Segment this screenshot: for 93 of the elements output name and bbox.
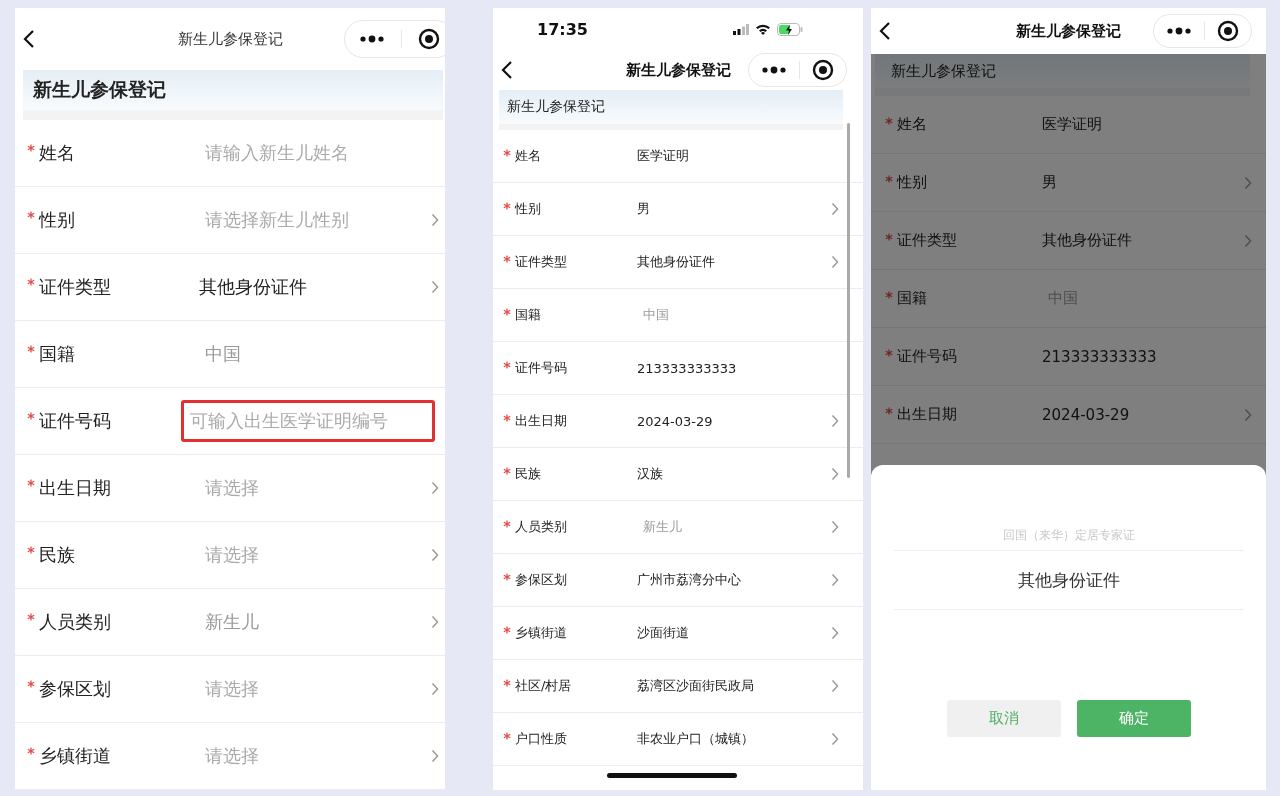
field-label: 证件号码 — [39, 409, 112, 433]
page-title: 新生儿参保登记 — [1016, 21, 1121, 41]
field-label: 人员类别 — [515, 518, 568, 536]
chevron-icon — [431, 213, 439, 227]
input-field[interactable]: 213333333333 — [1042, 347, 1252, 366]
select-field[interactable]: 广州市荔湾分中心 — [637, 571, 831, 589]
field-label: 乡镇街道 — [515, 624, 568, 642]
status-time: 17:35 — [537, 19, 588, 39]
chevron-icon — [831, 679, 839, 693]
input-field[interactable]: 中国 — [637, 306, 839, 324]
select-field[interactable]: 荔湾区沙面街民政局 — [637, 677, 831, 695]
chevron-icon — [831, 255, 839, 269]
field-label: 证件号码 — [515, 359, 568, 377]
field-label: 国籍 — [515, 306, 542, 324]
chevron-icon — [431, 682, 439, 696]
select-field[interactable]: 其他身份证件 — [1042, 231, 1244, 250]
field-label: 出生日期 — [897, 405, 958, 424]
scrollbar[interactable] — [847, 123, 850, 478]
select-field[interactable]: 非农业户口（城镇） — [637, 730, 831, 748]
page-title: 新生儿参保登记 — [177, 29, 283, 49]
chevron-icon — [831, 626, 839, 640]
field-label: 社区/村居 — [515, 677, 573, 695]
field-label: 姓名 — [897, 115, 928, 134]
cancel-button[interactable]: 取消 — [946, 700, 1061, 737]
target-icon[interactable] — [1217, 20, 1239, 42]
select-field[interactable]: 其他身份证件 — [199, 275, 431, 299]
input-field[interactable]: 医学证明 — [637, 147, 839, 165]
field-label: 参保区划 — [515, 571, 568, 589]
field-label: 性别 — [39, 208, 76, 232]
section-title: 新生儿参保登记 — [33, 77, 166, 102]
field-label: 人员类别 — [39, 610, 112, 634]
chevron-icon — [1244, 407, 1252, 422]
more-icon[interactable] — [1166, 27, 1192, 35]
back-icon[interactable] — [879, 21, 891, 41]
chevron-icon — [831, 732, 839, 746]
chevron-icon — [831, 202, 839, 216]
select-field[interactable]: 男 — [1042, 173, 1244, 192]
picker-option[interactable]: 其他身份证件 — [893, 550, 1244, 610]
field-label: 证件类型 — [515, 253, 568, 271]
field-label: 国籍 — [897, 289, 928, 308]
chevron-icon — [831, 573, 839, 587]
field-label: 参保区划 — [39, 677, 112, 701]
select-field[interactable]: 新生儿 — [199, 610, 431, 634]
select-field[interactable]: 新生儿 — [637, 518, 831, 536]
signal-icon — [733, 23, 749, 35]
more-icon[interactable] — [761, 66, 787, 74]
capsule-menu[interactable] — [748, 53, 847, 87]
field-label: 出生日期 — [39, 476, 112, 500]
field-label: 姓名 — [515, 147, 542, 165]
back-icon[interactable] — [501, 60, 513, 80]
select-field[interactable]: 沙面街道 — [637, 624, 831, 642]
field-label: 性别 — [515, 200, 542, 218]
battery-icon — [777, 22, 803, 36]
select-field[interactable]: 汉族 — [637, 465, 831, 483]
chevron-icon — [431, 280, 439, 294]
more-icon[interactable] — [359, 35, 385, 43]
back-icon[interactable] — [23, 29, 35, 49]
chevron-icon — [431, 749, 439, 763]
chevron-icon — [1244, 175, 1252, 190]
page-title: 新生儿参保登记 — [625, 60, 731, 80]
capsule-menu[interactable] — [344, 20, 445, 58]
target-icon[interactable] — [418, 28, 440, 50]
field-label: 国籍 — [39, 342, 76, 366]
capsule-menu[interactable] — [1153, 14, 1252, 48]
field-label: 证件类型 — [39, 275, 112, 299]
field-label: 性别 — [897, 173, 928, 192]
chevron-icon — [431, 548, 439, 562]
input-field[interactable]: 213333333333 — [637, 360, 839, 376]
section-title: 新生儿参保登记 — [891, 61, 996, 81]
field-label: 民族 — [39, 543, 76, 567]
field-label: 证件类型 — [897, 231, 958, 250]
confirm-button[interactable]: 确定 — [1076, 700, 1191, 737]
chevron-icon — [1244, 233, 1252, 248]
field-label: 出生日期 — [515, 412, 568, 430]
section-title: 新生儿参保登记 — [507, 98, 605, 116]
select-field[interactable]: 男 — [637, 200, 831, 218]
chevron-icon — [831, 467, 839, 481]
target-icon[interactable] — [812, 59, 834, 81]
select-field[interactable]: 2024-03-29 — [1042, 405, 1244, 424]
field-label: 姓名 — [39, 141, 76, 165]
select-field[interactable]: 2024-03-29 — [637, 413, 831, 429]
chevron-icon — [431, 481, 439, 495]
select-field[interactable]: 其他身份证件 — [637, 253, 831, 271]
field-label: 户口性质 — [515, 730, 568, 748]
field-label: 民族 — [515, 465, 542, 483]
chevron-icon — [831, 520, 839, 534]
chevron-icon — [431, 615, 439, 629]
input-field[interactable]: 中国 — [199, 342, 439, 366]
wifi-icon — [755, 23, 771, 35]
input-field[interactable]: 医学证明 — [1042, 115, 1252, 134]
field-label: 证件号码 — [897, 347, 958, 366]
field-label: 乡镇街道 — [39, 744, 112, 768]
chevron-icon — [831, 414, 839, 428]
